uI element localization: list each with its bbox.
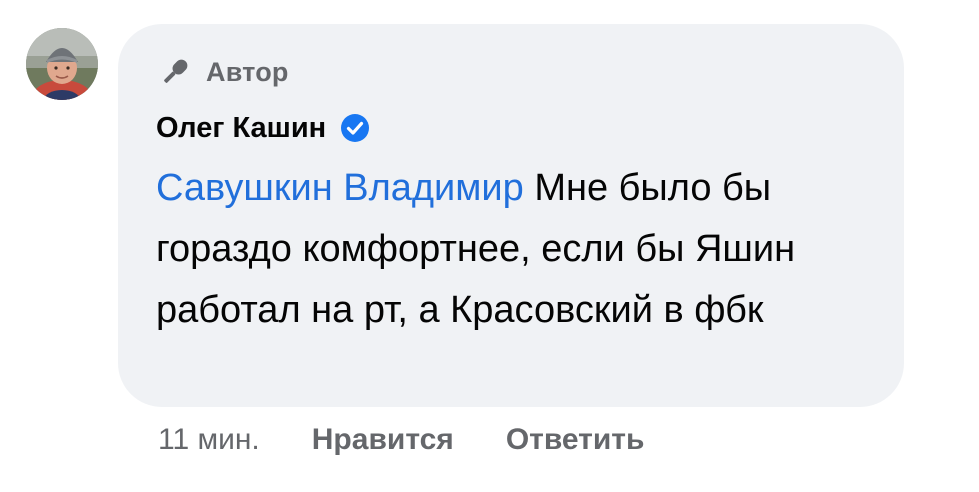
avatar[interactable] (26, 28, 98, 100)
comment-bubble: Автор Олег Кашин Савушкин Владимир Мне б… (118, 24, 904, 407)
author-name[interactable]: Олег Кашин (156, 112, 326, 145)
author-badge: Автор (158, 54, 289, 90)
mention-link[interactable]: Савушкин Владимир (156, 167, 524, 209)
timestamp[interactable]: 11 мин. (158, 423, 260, 457)
microphone-icon (164, 59, 188, 83)
comment-actions: 11 мин. Нравится Ответить (158, 418, 696, 462)
badge-label: Автор (206, 56, 289, 87)
like-button[interactable]: Нравится (312, 423, 454, 457)
author-row: Олег Кашин (156, 108, 370, 148)
comment: Автор Олег Кашин Савушкин Владимир Мне б… (0, 0, 979, 492)
verified-check-icon (341, 114, 370, 142)
avatar-image (26, 28, 98, 100)
reply-button[interactable]: Ответить (506, 423, 645, 457)
comment-text: Савушкин Владимир Мне было бы гораздо ко… (156, 158, 886, 341)
